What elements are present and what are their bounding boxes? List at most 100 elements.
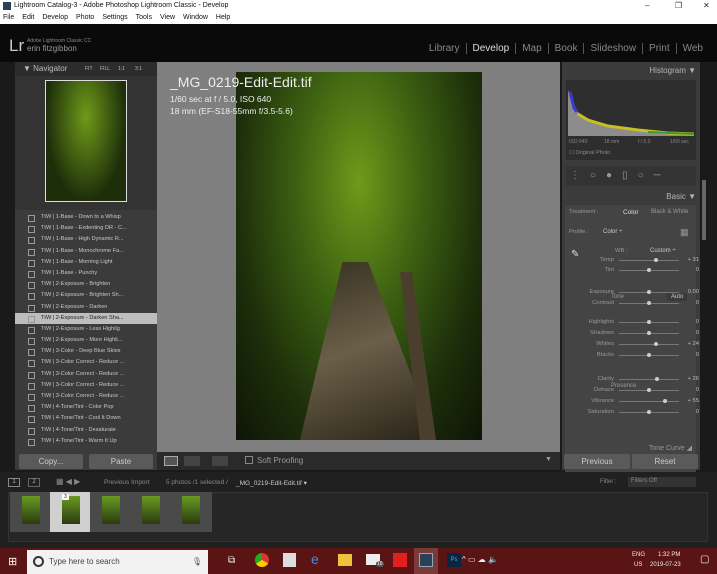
module-web[interactable]: Web (675, 43, 709, 54)
treatment-bw[interactable]: Black & White (651, 209, 688, 215)
before-after-button[interactable] (184, 456, 200, 466)
slider-knob[interactable] (647, 388, 651, 392)
histogram[interactable]: ISO 640 18 mm f / 5.0 1/60 sec ☐ Origina… (566, 80, 696, 160)
slider-value[interactable]: 0 (696, 319, 699, 325)
preset-item[interactable]: TtW | 3-Color Correct - Reduce ... (15, 357, 157, 368)
maximize-button[interactable]: ❐ (675, 0, 682, 12)
chrome-icon[interactable] (255, 553, 269, 567)
slider-track[interactable] (619, 379, 679, 380)
filmstrip-file[interactable]: _MG_0219-Edit-Edit.tif ▾ (236, 479, 307, 487)
slider-knob[interactable] (654, 258, 659, 262)
wb-eyedropper-icon[interactable]: ✎ (571, 249, 579, 260)
menu-view[interactable]: View (160, 14, 175, 21)
module-print[interactable]: Print (642, 43, 676, 54)
slider-track[interactable] (619, 401, 679, 402)
slider-value[interactable]: + 26 (688, 376, 699, 382)
filmstrip-thumb[interactable] (10, 492, 52, 532)
slider-knob[interactable] (647, 268, 651, 272)
preset-item[interactable]: TtW | 2-Exposure - Brighten Sh... (15, 290, 157, 301)
minimize-button[interactable]: – (645, 0, 649, 12)
slider-knob[interactable] (647, 290, 651, 294)
preset-item[interactable]: TtW | 3-Color Correct - Reduce ... (15, 391, 157, 402)
second-window-button[interactable]: 2 (28, 478, 40, 487)
preset-item[interactable]: TtW | 2-Exposure - Less Highlig (15, 324, 157, 335)
zoom-1-1[interactable]: 1:1 (118, 62, 125, 76)
slider-value[interactable]: 0 (696, 330, 699, 336)
filmstrip-source[interactable]: Previous Import (104, 479, 150, 486)
auto-tone-button[interactable]: Auto (667, 293, 688, 301)
slider-knob[interactable] (663, 399, 668, 403)
task-view-icon[interactable]: ⧉ (228, 555, 235, 566)
profile-select[interactable]: Color ÷ (603, 229, 622, 235)
loupe-view-button[interactable] (164, 456, 178, 466)
preset-item[interactable]: TtW | 4-Tone/Tint - Warm It Up (15, 436, 157, 447)
reset-button[interactable]: Reset (632, 454, 698, 469)
preset-item[interactable]: TtW | 1-Base - Morning Light (15, 257, 157, 268)
menu-tools[interactable]: Tools (136, 14, 152, 21)
store-icon[interactable] (283, 553, 296, 567)
treatment-color[interactable]: Color (623, 209, 639, 216)
slider-knob[interactable] (654, 342, 659, 346)
slider-knob[interactable] (647, 410, 651, 414)
slider-track[interactable] (619, 344, 679, 345)
preset-item[interactable]: TtW | 4-Tone/Tint - Color Pop (15, 402, 157, 413)
zoom-fit[interactable]: FIT (85, 62, 93, 76)
slider-value[interactable]: 0 (696, 300, 699, 306)
menu-develop[interactable]: Develop (42, 14, 68, 21)
slider-knob[interactable] (647, 353, 651, 357)
slider-value[interactable]: 0 (696, 387, 699, 393)
module-map[interactable]: Map (515, 43, 547, 54)
original-photo-checkbox[interactable]: ☐ Original Photo (569, 150, 610, 156)
navigator-thumbnail[interactable] (45, 80, 127, 202)
menu-file[interactable]: File (3, 14, 14, 21)
filmstrip-thumb[interactable] (170, 492, 212, 532)
filmstrip-thumb[interactable] (90, 492, 132, 532)
preset-item[interactable]: TtW | 1-Base - High Dynamic R... (15, 234, 157, 245)
region[interactable]: US (634, 562, 642, 568)
before-after-swap-button[interactable] (212, 456, 228, 466)
filter-select[interactable]: Filters Off (628, 477, 696, 487)
slider-value[interactable]: 0 (696, 409, 699, 415)
preset-item[interactable]: TtW | 3-Color - Deep Blue Skies (15, 346, 157, 357)
histogram-header[interactable]: Histogram ▼ (649, 66, 696, 75)
grid-icon[interactable]: ▦ ◀ ▶ (56, 477, 80, 486)
lang[interactable]: ENG (632, 552, 645, 558)
basic-header[interactable]: Basic ▼ (666, 192, 696, 201)
preset-item[interactable]: TtW | 1-Base - Down to a Whisp (15, 212, 157, 223)
microphone-icon[interactable]: 🎙 (192, 550, 202, 574)
module-slideshow[interactable]: Slideshow (583, 43, 642, 54)
preset-item[interactable]: TtW | 4-Tone/Tint - Cool It Down (15, 413, 157, 424)
preset-item[interactable]: TtW | 1-Base - Punchy (15, 268, 157, 279)
slider-knob[interactable] (647, 301, 651, 305)
module-book[interactable]: Book (547, 43, 584, 54)
preset-item[interactable]: TtW | 3-Color Correct - Reduce ... (15, 380, 157, 391)
profile-browser-icon[interactable]: ▦ (680, 227, 689, 238)
soft-proofing-checkbox[interactable] (245, 456, 253, 464)
slider-value[interactable]: + 55 (688, 398, 699, 404)
zoom-fill[interactable]: FILL (100, 62, 110, 76)
slider-value[interactable]: + 24 (688, 341, 699, 347)
tone-curve-header[interactable]: Tone Curve ◢ (649, 444, 692, 452)
slider-value[interactable]: + 31 (688, 257, 699, 263)
module-develop[interactable]: Develop (465, 43, 516, 54)
slider-knob[interactable] (654, 377, 659, 381)
preset-item[interactable]: TtW | 1-Base - Monochrome Fa... (15, 246, 157, 257)
preset-item[interactable]: TtW | 3-Color Correct - Reduce ... (15, 369, 157, 380)
preset-item[interactable]: TtW | 2-Exposure - More Highli... (15, 335, 157, 346)
taskbar-search-input[interactable]: Type here to search 🎙 (27, 550, 208, 574)
module-library[interactable]: Library (423, 43, 466, 54)
zoom-3-1[interactable]: 3:1 (135, 62, 142, 76)
clock-date[interactable]: 2019-07-23 (650, 562, 681, 568)
tool-strip[interactable]: ⋮○●▯○─ (566, 166, 696, 186)
right-panel-scrollbar[interactable] (702, 180, 706, 240)
slider-value[interactable]: 0.00 (688, 289, 699, 295)
menu-photo[interactable]: Photo (76, 14, 94, 21)
close-button[interactable]: ✕ (703, 0, 710, 12)
slider-track[interactable] (619, 260, 679, 261)
menu-window[interactable]: Window (183, 14, 208, 21)
menu-edit[interactable]: Edit (22, 14, 34, 21)
wb-select[interactable]: Custom ÷ (650, 248, 676, 254)
copy-button[interactable]: Copy... (19, 454, 83, 469)
file-explorer-icon[interactable] (338, 554, 352, 566)
previous-button[interactable]: Previous (564, 454, 630, 469)
